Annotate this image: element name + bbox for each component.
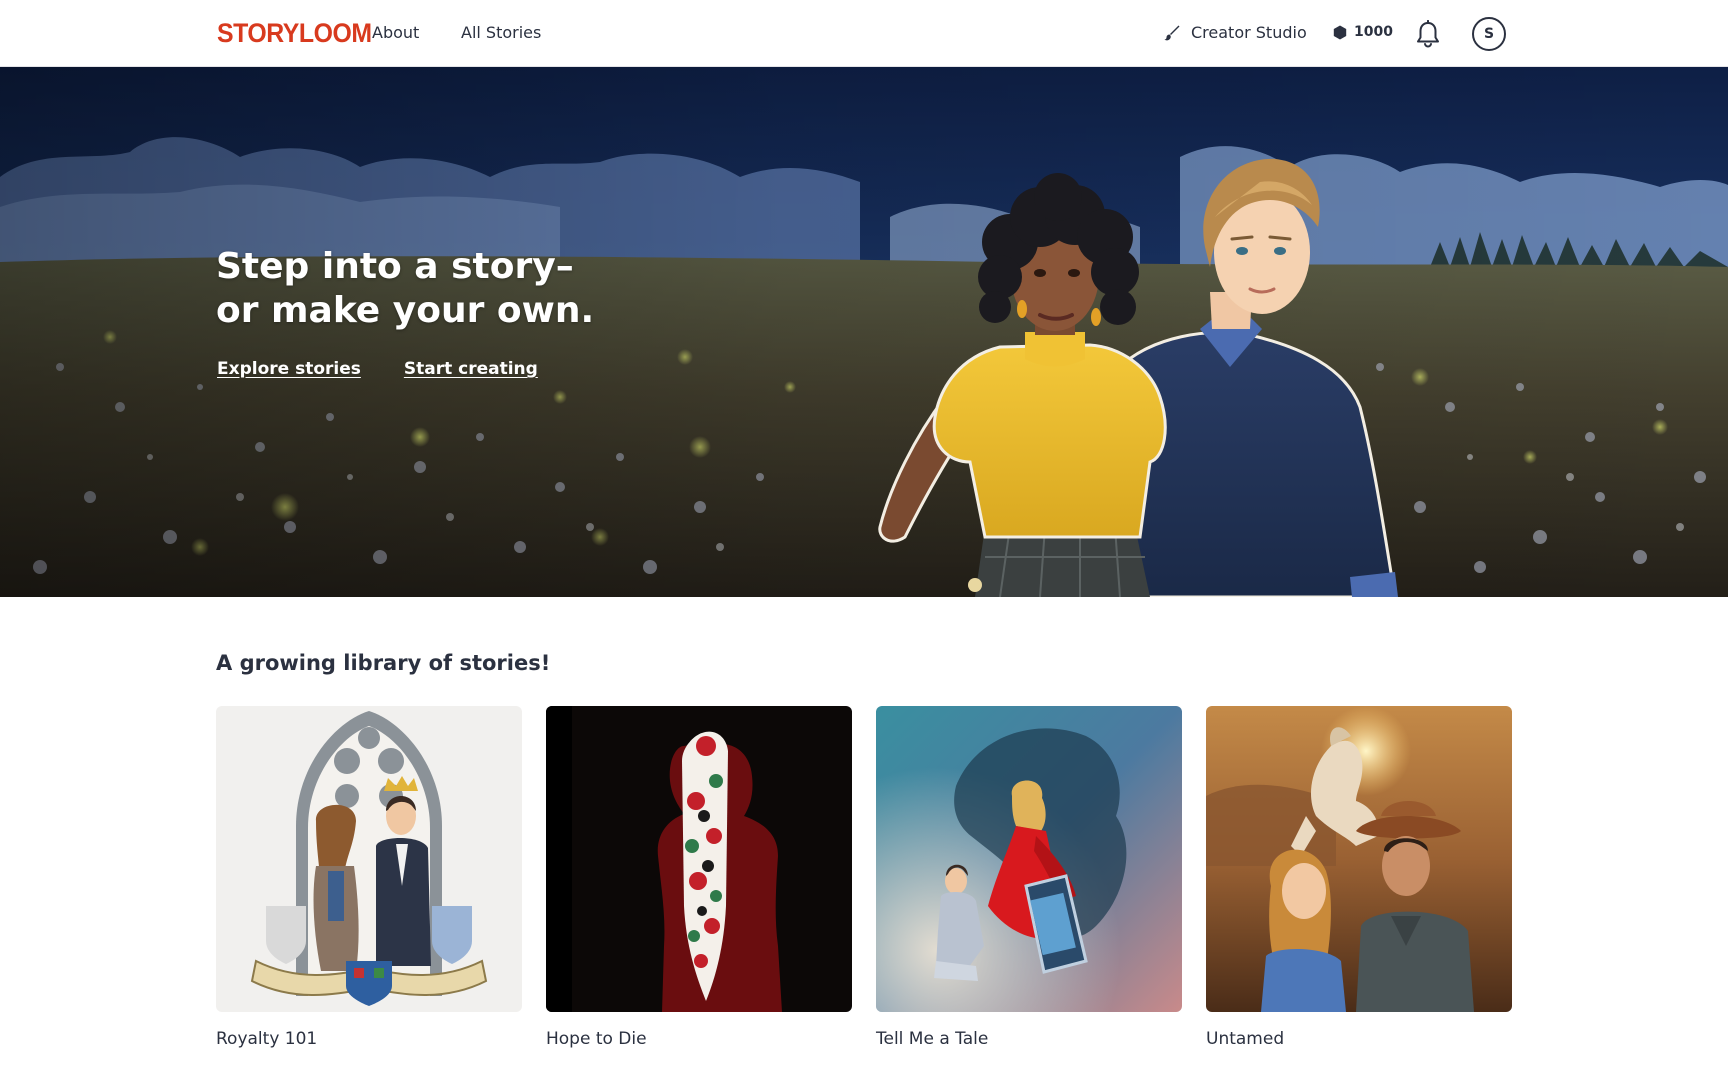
gem-icon xyxy=(1333,25,1347,39)
coin-balance[interactable]: 1000 xyxy=(1333,24,1393,40)
explore-stories-link[interactable]: Explore stories xyxy=(217,359,361,379)
story-cover[interactable] xyxy=(216,706,522,1012)
story-title[interactable]: Untamed xyxy=(1206,1029,1512,1049)
brush-icon xyxy=(1164,25,1180,40)
bell-icon[interactable] xyxy=(1415,20,1441,48)
hero-title: Step into a story– or make your own. xyxy=(216,245,736,333)
hero-title-line-2: or make your own. xyxy=(216,290,595,331)
coin-count: 1000 xyxy=(1354,24,1393,40)
story-card-untamed[interactable]: Untamed xyxy=(1206,706,1512,1049)
hero-actions: Explore stories Start creating xyxy=(217,359,538,379)
story-card-hope-to-die[interactable]: Hope to Die xyxy=(546,706,852,1049)
nav-all-stories[interactable]: All Stories xyxy=(461,23,541,42)
creator-studio-label: Creator Studio xyxy=(1191,23,1307,42)
start-creating-link[interactable]: Start creating xyxy=(404,359,538,379)
story-cover[interactable] xyxy=(876,706,1182,1012)
hero-banner: Step into a story– or make your own. Exp… xyxy=(0,67,1728,597)
top-header: STORYLOOM About All Stories Creator Stud… xyxy=(0,0,1728,67)
library-title: A growing library of stories! xyxy=(216,651,551,675)
user-avatar[interactable]: S xyxy=(1472,17,1506,51)
story-title[interactable]: Royalty 101 xyxy=(216,1029,522,1049)
story-card-tell-me-a-tale[interactable]: Tell Me a Tale xyxy=(876,706,1182,1049)
story-card-royalty-101[interactable]: Royalty 101 xyxy=(216,706,522,1049)
storyloom-logo[interactable]: STORYLOOM xyxy=(217,18,372,49)
hero-title-line-1: Step into a story– xyxy=(216,246,574,287)
story-cover[interactable] xyxy=(1206,706,1512,1012)
story-title[interactable]: Tell Me a Tale xyxy=(876,1029,1182,1049)
creator-studio-link[interactable]: Creator Studio xyxy=(1163,23,1307,42)
story-title[interactable]: Hope to Die xyxy=(546,1029,852,1049)
nav-about[interactable]: About xyxy=(372,23,419,42)
story-cover[interactable] xyxy=(546,706,852,1012)
